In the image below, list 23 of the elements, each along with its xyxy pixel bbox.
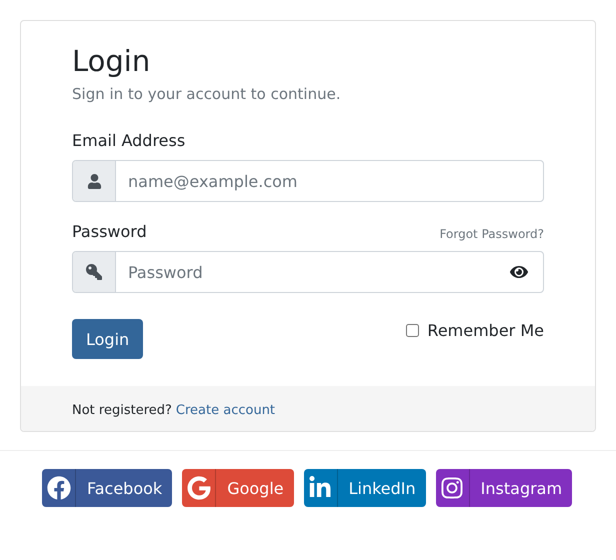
social-login-button[interactable]: Google xyxy=(182,469,294,507)
password-field[interactable]: Password xyxy=(72,251,544,293)
forgot-password-link[interactable]: Forgot Password? xyxy=(440,227,544,241)
remember-label: Remember Me xyxy=(427,321,544,340)
card-title: Login xyxy=(72,43,152,79)
card-subtitle: Sign in to your account to continue. xyxy=(72,85,342,103)
social-login-button[interactable]: LinkedIn xyxy=(304,469,426,507)
password-input[interactable]: Password xyxy=(116,252,495,292)
linkedin-icon xyxy=(308,476,332,500)
facebook-icon xyxy=(46,476,70,500)
user-icon xyxy=(86,174,102,188)
key-icon xyxy=(86,264,102,280)
login-button[interactable]: Login xyxy=(72,319,144,359)
field-label: Password xyxy=(72,222,147,241)
create-account-link[interactable]: Create account xyxy=(176,403,276,418)
field-label: Email Address xyxy=(72,131,186,150)
social-login-button[interactable]: Instagram xyxy=(436,469,572,507)
instagram-icon xyxy=(440,476,464,500)
google-icon xyxy=(186,476,211,500)
footer-text: Not registered? xyxy=(72,403,172,418)
remember-checkbox[interactable] xyxy=(406,324,420,337)
social-login-button[interactable]: Facebook xyxy=(42,469,172,507)
eye-icon[interactable] xyxy=(510,263,528,281)
